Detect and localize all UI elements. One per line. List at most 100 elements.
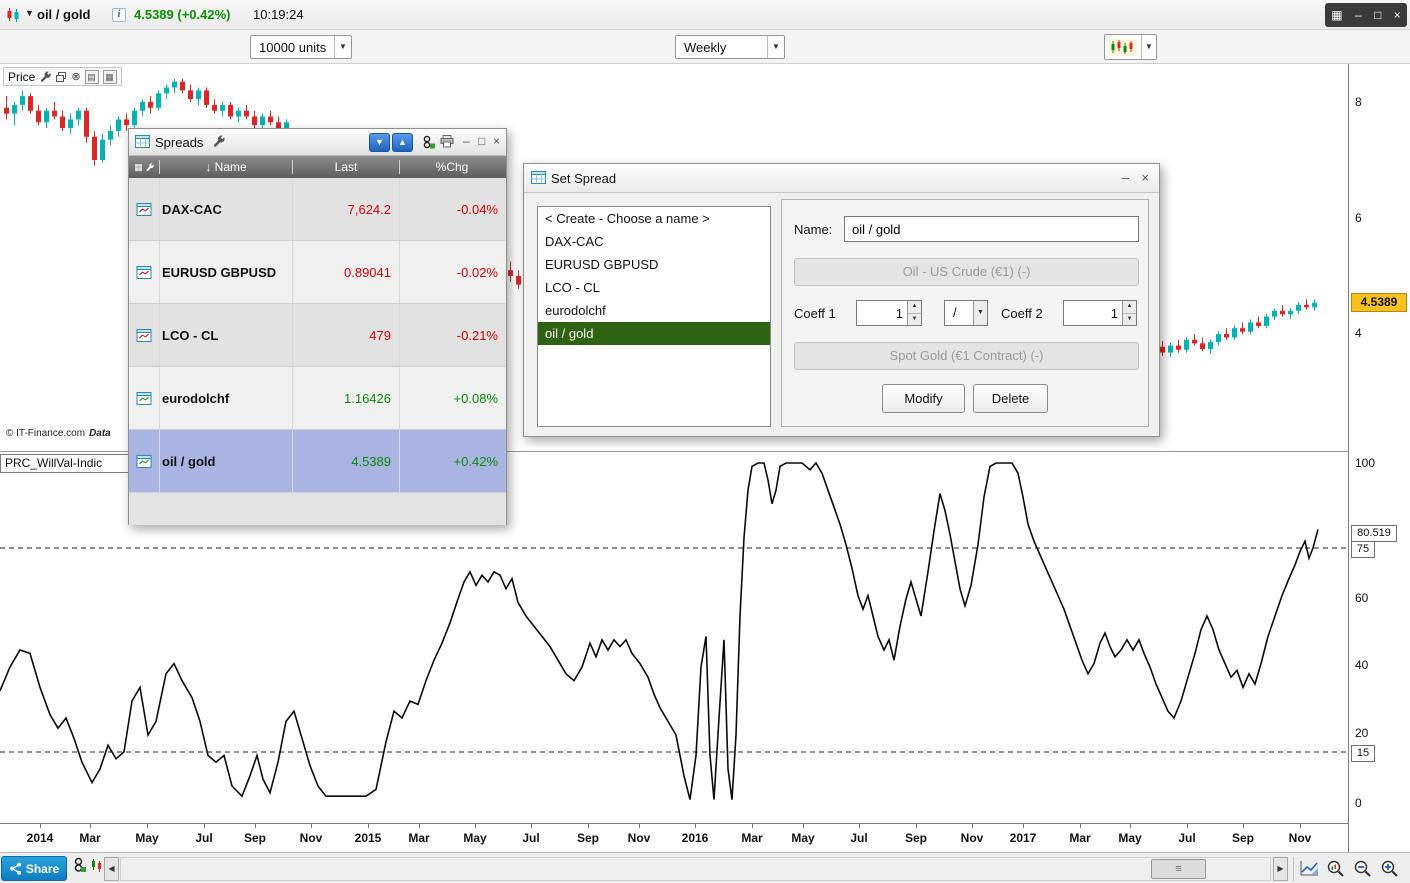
axis-tick xyxy=(916,824,917,828)
list-item-selected[interactable]: oil / gold xyxy=(538,322,770,345)
maximize-icon[interactable]: □ xyxy=(478,134,485,148)
minimize-icon[interactable]: – xyxy=(463,134,470,148)
close-icon[interactable]: × xyxy=(493,134,500,148)
chevron-down-icon: ▼ xyxy=(767,36,784,58)
wrench-icon[interactable] xyxy=(39,71,51,83)
sort-icon: ↓ xyxy=(205,160,215,174)
table-row[interactable]: EURUSD GBPUSD 0.89041 -0.02% xyxy=(129,241,506,304)
instrument-icon xyxy=(136,202,152,216)
header-tools-cell[interactable]: ▦ xyxy=(129,162,159,173)
coeff1-stepper[interactable]: 1 ▲ ▼ xyxy=(856,300,922,326)
indicator-level-hi-badge: 75 xyxy=(1351,541,1375,558)
modify-button[interactable]: Modify xyxy=(882,384,965,413)
scroll-right-button[interactable]: ▶ xyxy=(1273,857,1288,881)
stepper-up-icon[interactable]: ▲ xyxy=(908,301,921,314)
close-icon[interactable]: × xyxy=(1141,170,1149,185)
stepper-down-icon[interactable]: ▼ xyxy=(908,313,921,325)
window-restore-icon[interactable] xyxy=(55,71,67,83)
x-axis-label: Mar xyxy=(79,831,101,845)
wrench-icon[interactable] xyxy=(212,135,225,148)
indicator-level-lo-badge: 15 xyxy=(1351,745,1375,762)
chevron-down-icon: ▼ xyxy=(1141,35,1156,59)
quote-time: 10:19:24 xyxy=(253,7,304,22)
time-axis[interactable]: 2014 Mar May Jul Sep Nov 2015 Mar May Jul Sep Nov 20… xyxy=(0,823,1348,852)
indicator-name-label[interactable]: PRC_WillVal-Indic xyxy=(0,454,131,473)
axis-tick xyxy=(752,824,753,828)
axis-tick xyxy=(475,824,476,828)
close-panel-icon[interactable]: ⊗ xyxy=(71,70,80,83)
table-row[interactable]: LCO - CL 479 -0.21% xyxy=(129,304,506,367)
stepper-down-icon[interactable]: ▼ xyxy=(1123,313,1136,325)
maximize-window-button[interactable]: □ xyxy=(1374,4,1381,26)
keyboard-icon[interactable]: ▦ xyxy=(1331,4,1342,26)
column-header-last[interactable]: Last xyxy=(292,160,399,174)
bottom-bar: Share ◀ ≡ ▶ xyxy=(0,852,1410,883)
list-item[interactable]: < Create - Choose a name > xyxy=(538,207,770,230)
zoom-in-icon[interactable] xyxy=(1377,856,1402,881)
instrument-icon xyxy=(136,454,152,468)
mini-chart-icon[interactable] xyxy=(90,857,104,873)
table-icon xyxy=(135,135,150,148)
scroll-left-button[interactable]: ◀ xyxy=(104,857,119,881)
link-icon[interactable] xyxy=(422,135,435,149)
table-icon xyxy=(531,171,546,184)
list-item[interactable]: EURUSD GBPUSD xyxy=(538,253,770,276)
spreads-titlebar[interactable]: Spreads ▼ ▲ – □ × xyxy=(129,129,506,156)
panel-option-icon-2[interactable]: ▦ xyxy=(102,69,117,84)
minimize-icon[interactable]: – xyxy=(1122,170,1129,185)
axis-tick xyxy=(1187,824,1188,828)
table-row[interactable]: DAX-CAC 7,624.2 -0.04% xyxy=(129,178,506,241)
share-button[interactable]: Share xyxy=(1,856,67,881)
info-icon[interactable]: i xyxy=(112,8,126,22)
set-spread-titlebar[interactable]: Set Spread – × xyxy=(524,164,1159,193)
table-row-selected[interactable]: oil / gold 4.5389 +0.42% xyxy=(129,430,506,493)
column-header-name[interactable]: ↓ Name xyxy=(159,160,292,174)
axis-tick xyxy=(1023,824,1024,828)
panel-option-icon-1[interactable]: ▤ xyxy=(84,69,99,84)
indicator-tick: 20 xyxy=(1355,726,1369,740)
set-spread-title: Set Spread xyxy=(551,171,617,186)
stepper-up-icon[interactable]: ▲ xyxy=(1123,301,1136,314)
instrument-icon xyxy=(136,328,152,342)
x-axis-label: Mar xyxy=(408,831,430,845)
list-item[interactable]: LCO - CL xyxy=(538,276,770,299)
last-price-badge: 4.5389 xyxy=(1351,293,1407,312)
price-tick: 6 xyxy=(1355,211,1362,225)
move-up-button[interactable]: ▲ xyxy=(392,133,413,152)
scrollbar-thumb[interactable]: ≡ xyxy=(1151,859,1206,879)
close-window-button[interactable]: × xyxy=(1394,4,1401,26)
coeff2-stepper[interactable]: 1 ▲ ▼ xyxy=(1063,300,1137,326)
delete-button[interactable]: Delete xyxy=(973,384,1048,413)
auto-fit-chart-icon[interactable] xyxy=(1296,856,1321,881)
zoom-out-icon[interactable] xyxy=(1350,856,1375,881)
period-select[interactable]: Weekly ▼ xyxy=(675,35,785,59)
spread-chg: +0.08% xyxy=(399,367,504,429)
chart-style-icon xyxy=(1109,39,1137,56)
divider xyxy=(1293,857,1294,881)
move-down-button[interactable]: ▼ xyxy=(369,133,390,152)
indicator-tick: 0 xyxy=(1355,796,1362,810)
table-row[interactable]: eurodolchf 1.16426 +0.08% xyxy=(129,367,506,430)
units-select[interactable]: 10000 units ▼ xyxy=(250,35,352,59)
scrollbar-track[interactable]: ≡ xyxy=(120,857,1271,881)
list-item[interactable]: eurodolchf xyxy=(538,299,770,322)
axis-tick xyxy=(859,824,860,828)
x-axis-label: Jul xyxy=(522,831,540,845)
column-header-chg[interactable]: %Chg xyxy=(399,160,504,174)
link-icon[interactable] xyxy=(73,857,86,873)
coeff1-label: Coeff 1 xyxy=(794,306,836,321)
price-panel-toolbar: Price ⊗ ▤ ▦ xyxy=(3,67,122,86)
spread-chg: +0.42% xyxy=(399,430,504,492)
axis-tick xyxy=(1300,824,1301,828)
symbol-dropdown-caret[interactable]: ▼ xyxy=(25,8,34,18)
operator-select[interactable]: / ▼ xyxy=(944,300,988,326)
zoom-to-data-icon[interactable] xyxy=(1323,856,1348,881)
price-axis[interactable]: 8 6 4 4.5389 100 80.519 75 60 40 20 15 0 xyxy=(1348,64,1410,852)
minimize-window-button[interactable]: – xyxy=(1355,4,1362,26)
chart-style-select[interactable]: ▼ xyxy=(1104,34,1157,60)
print-icon[interactable] xyxy=(440,135,454,148)
spread-name: DAX-CAC xyxy=(159,178,292,240)
share-icon xyxy=(9,862,21,875)
list-item[interactable]: DAX-CAC xyxy=(538,230,770,253)
spread-name-input[interactable] xyxy=(844,216,1139,242)
